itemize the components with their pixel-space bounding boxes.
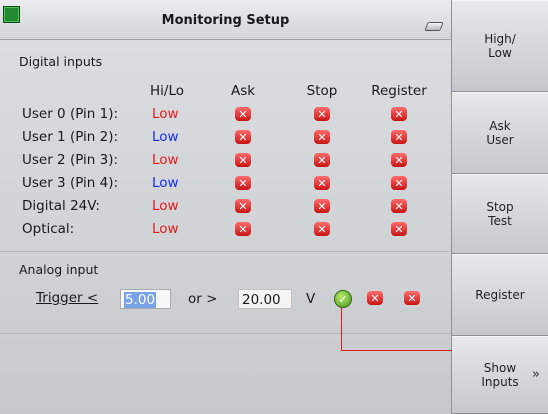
row-label-user3: User 3 (Pin 4): (22, 175, 119, 191)
ask-user-button-label: Ask User (486, 119, 514, 147)
main-panel: Monitoring Setup Digital inputs Hi/Lo As… (0, 0, 452, 414)
stop-x-icon[interactable]: ✕ (314, 176, 330, 190)
title-bar: Monitoring Setup (0, 0, 451, 40)
analog-input-label: Analog input (19, 262, 99, 277)
check-icon[interactable]: ✓ (334, 290, 352, 308)
stop-x-icon[interactable]: ✕ (367, 291, 383, 305)
show-inputs-button-label: Show Inputs (481, 361, 519, 389)
unit-label: V (306, 291, 316, 307)
register-x-icon[interactable]: ✕ (391, 153, 407, 167)
ask-user-button[interactable]: Ask User (452, 92, 548, 174)
stop-x-icon[interactable]: ✕ (314, 222, 330, 236)
trigger-low-value: 5.00 (124, 292, 157, 308)
stop-x-icon[interactable]: ✕ (314, 107, 330, 121)
register-x-icon[interactable]: ✕ (404, 291, 420, 305)
register-x-icon[interactable]: ✕ (391, 222, 407, 236)
trigger-low-input[interactable]: 5.00 (120, 289, 171, 309)
register-button-label: Register (475, 288, 525, 302)
value-user1[interactable]: Low (152, 129, 179, 145)
value-digital24v[interactable]: Low (152, 198, 179, 214)
digital-inputs-label: Digital inputs (19, 54, 103, 69)
high-low-button-label: High/ Low (484, 32, 516, 60)
row-label-digital24v: Digital 24V: (22, 198, 100, 214)
window-title: Monitoring Setup (161, 13, 290, 28)
row-label-user0: User 0 (Pin 1): (22, 106, 119, 122)
show-inputs-button[interactable]: Show Inputs » (452, 336, 548, 414)
value-optical[interactable]: Low (152, 221, 179, 237)
ask-x-icon[interactable]: ✕ (235, 176, 251, 190)
stop-x-icon[interactable]: ✕ (314, 199, 330, 213)
register-x-icon[interactable]: ✕ (391, 199, 407, 213)
high-low-button[interactable]: High/ Low (452, 0, 548, 92)
row-label-user2: User 2 (Pin 3): (22, 152, 119, 168)
stop-x-icon[interactable]: ✕ (314, 153, 330, 167)
trigger-label[interactable]: Trigger < (36, 290, 98, 306)
stop-test-button-label: Stop Test (486, 200, 514, 228)
ask-x-icon[interactable]: ✕ (235, 222, 251, 236)
value-user3[interactable]: Low (152, 175, 179, 191)
value-user2[interactable]: Low (152, 152, 179, 168)
connector-line (341, 307, 342, 351)
chevron-right-icon: » (532, 367, 540, 382)
trigger-high-input[interactable]: 20.00 (238, 289, 292, 309)
or-greater-label: or > (188, 291, 218, 307)
row-label-optical: Optical: (22, 221, 75, 237)
ask-x-icon[interactable]: ✕ (235, 107, 251, 121)
col-header-hilo: Hi/Lo (150, 83, 184, 99)
register-x-icon[interactable]: ✕ (391, 176, 407, 190)
section-divider (0, 251, 451, 252)
ask-x-icon[interactable]: ✕ (235, 130, 251, 144)
register-x-icon[interactable]: ✕ (391, 107, 407, 121)
register-button[interactable]: Register (452, 254, 548, 336)
stop-x-icon[interactable]: ✕ (314, 130, 330, 144)
col-header-register: Register (371, 83, 427, 99)
minimize-icon[interactable] (424, 22, 444, 31)
value-user0[interactable]: Low (152, 106, 179, 122)
row-label-user1: User 1 (Pin 2): (22, 129, 119, 145)
ask-x-icon[interactable]: ✕ (235, 199, 251, 213)
ask-x-icon[interactable]: ✕ (235, 153, 251, 167)
register-x-icon[interactable]: ✕ (391, 130, 407, 144)
section-divider (0, 333, 451, 334)
stop-test-button[interactable]: Stop Test (452, 174, 548, 254)
col-header-stop: Stop (306, 83, 338, 99)
col-header-ask: Ask (230, 83, 256, 99)
